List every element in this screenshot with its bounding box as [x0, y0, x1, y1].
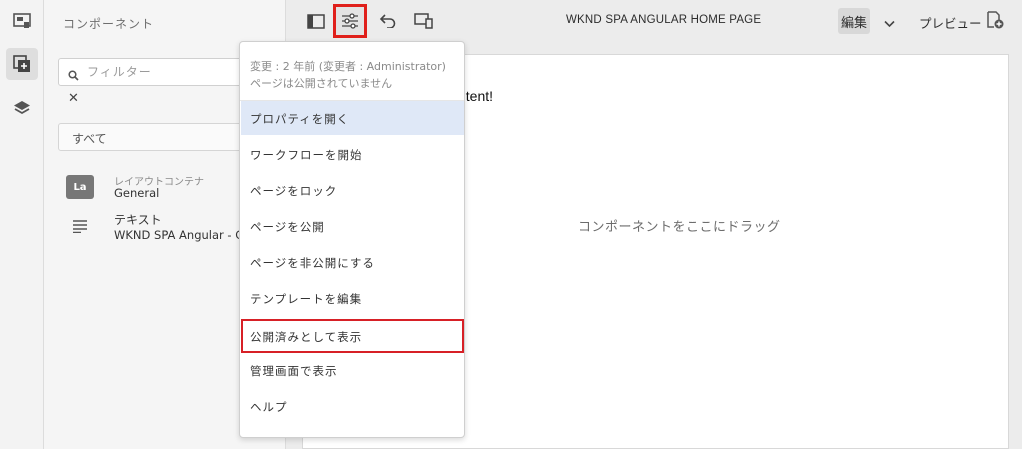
component-label: テキスト — [114, 213, 162, 227]
last-modified-text: 変更 : 2 年前 (変更者 : Administrator) — [250, 60, 446, 73]
publish-status-text: ページは公開されていません — [250, 77, 393, 90]
menu-item-open-properties[interactable]: プロパティを開く — [241, 101, 464, 135]
emulator-icon[interactable] — [410, 7, 438, 35]
menu-item-lock-page[interactable]: ページをロック — [241, 173, 464, 207]
menu-item-view-as-published[interactable]: 公開済みとして表示 — [241, 319, 464, 353]
editor-toolbar: WKND SPA ANGULAR HOME PAGE 編集 プレビュー — [286, 0, 1022, 42]
menu-item-unpublish-page[interactable]: ページを非公開にする — [241, 245, 464, 279]
menu-item-publish-page[interactable]: ページを公開 — [241, 209, 464, 243]
page-information-button[interactable] — [333, 4, 367, 38]
menu-item-help[interactable]: ヘルプ — [241, 389, 464, 423]
preview-button[interactable]: プレビュー — [919, 13, 982, 32]
components-icon[interactable] — [6, 48, 38, 80]
text-lines-icon — [72, 218, 88, 237]
menu-item-edit-template[interactable]: テンプレートを編集 — [241, 281, 464, 315]
mode-select-button[interactable]: 編集 — [838, 8, 870, 34]
layers-icon[interactable] — [6, 92, 38, 124]
clear-filter-button[interactable]: ✕ — [68, 91, 79, 106]
search-icon — [68, 66, 79, 85]
menu-item-view-in-admin[interactable]: 管理画面で表示 — [241, 353, 464, 387]
page-information-menu: 変更 : 2 年前 (変更者 : Administrator) ページは公開され… — [239, 41, 465, 438]
component-group-label: WKND SPA Angular - Co — [114, 228, 251, 242]
side-rail — [0, 0, 44, 449]
page-title: WKND SPA ANGULAR HOME PAGE — [566, 14, 762, 26]
component-badge: La — [66, 175, 94, 199]
chevron-down-icon[interactable] — [884, 13, 895, 32]
page-info-icon[interactable] — [6, 5, 38, 37]
publish-page-icon[interactable] — [986, 11, 1004, 33]
menu-item-start-workflow[interactable]: ワークフローを開始 — [241, 137, 464, 171]
undo-icon[interactable] — [374, 7, 402, 35]
component-label: General — [114, 186, 160, 200]
panel-title: コンポーネント — [63, 17, 155, 31]
drop-zone-hint[interactable]: コンポーネントをここにドラッグ — [578, 216, 781, 235]
toggle-side-panel-button[interactable] — [302, 7, 330, 35]
page-status-info: 変更 : 2 年前 (変更者 : Administrator) ページは公開され… — [250, 58, 446, 92]
